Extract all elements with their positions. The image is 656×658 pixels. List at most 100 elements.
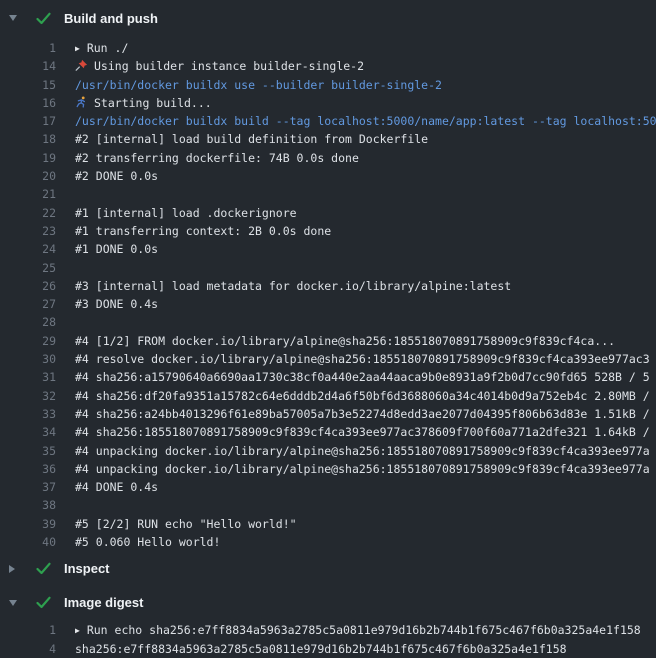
log-line: 19 #2 transferring dockerfile: 74B 0.0s d…: [0, 149, 656, 167]
log-line: 27 #3 DONE 0.4s: [0, 295, 656, 313]
log-line: 14 Using builder instance builder-single-…: [0, 57, 656, 75]
line-number-link[interactable]: 35: [0, 442, 56, 460]
line-number-link[interactable]: 24: [0, 240, 56, 258]
section-title: Build and push: [64, 11, 158, 26]
log-line-text: [75, 496, 656, 514]
log-line-text: Using builder instance builder-single-2: [75, 57, 656, 75]
log-line-text: #2 [internal] load build definition from…: [75, 130, 656, 148]
line-number-link[interactable]: 29: [0, 332, 56, 350]
log-line-text: ▶Run ./: [75, 39, 656, 57]
line-number-link[interactable]: 23: [0, 222, 56, 240]
line-number-link[interactable]: 20: [0, 167, 56, 185]
line-number-link[interactable]: 40: [0, 533, 56, 551]
line-number-link[interactable]: 19: [0, 149, 56, 167]
pushpin-icon: [75, 59, 88, 71]
log-line: 15/usr/bin/docker buildx use --builder b…: [0, 76, 656, 94]
log-line-text: #2 DONE 0.0s: [75, 167, 656, 185]
log-line-text: #4 unpacking docker.io/library/alpine@sh…: [75, 460, 656, 478]
log-line: 22 #1 [internal] load .dockerignore: [0, 204, 656, 222]
line-number-link[interactable]: 28: [0, 313, 56, 331]
log-line-text: [75, 185, 656, 203]
log-line: 26 #3 [internal] load metadata for docker…: [0, 277, 656, 295]
line-number-link[interactable]: 25: [0, 259, 56, 277]
log-line: 4sha256:e7ff8834a5963a2785c5a0811e979d16…: [0, 640, 656, 658]
line-number-link[interactable]: 15: [0, 76, 56, 94]
line-number-link[interactable]: 38: [0, 496, 56, 514]
log-line: 38: [0, 496, 656, 514]
line-number-link[interactable]: 39: [0, 515, 56, 533]
section-header-build-and-push[interactable]: Build and push: [0, 0, 656, 36]
line-number-link[interactable]: 26: [0, 277, 56, 295]
line-number-link[interactable]: 30: [0, 350, 56, 368]
log-line-text: #4 resolve docker.io/library/alpine@sha2…: [75, 350, 656, 368]
chevron-down-icon[interactable]: [9, 15, 20, 21]
log-line-text: #3 DONE 0.4s: [75, 295, 656, 313]
chevron-right-icon[interactable]: [9, 565, 20, 573]
log-line-text: #4 sha256:a24bb4013296f61e89ba57005a7b3e…: [75, 405, 656, 423]
line-number-link[interactable]: 36: [0, 460, 56, 478]
line-number-link[interactable]: 33: [0, 405, 56, 423]
log-line: 24 #1 DONE 0.0s: [0, 240, 656, 258]
line-number-link[interactable]: 22: [0, 204, 56, 222]
log-line-text: [75, 259, 656, 277]
success-check-icon: [36, 596, 51, 609]
log-line-text: #4 DONE 0.4s: [75, 478, 656, 496]
line-number-link[interactable]: 32: [0, 387, 56, 405]
log-line-text: #1 DONE 0.0s: [75, 240, 656, 258]
log-line: 21: [0, 185, 656, 203]
log-line: 35#4 unpacking docker.io/library/alpine@…: [0, 442, 656, 460]
log-line-text: #4 sha256:185518070891758909c9f839cf4ca3…: [75, 423, 656, 441]
log-line: 17/usr/bin/docker buildx build --tag loc…: [0, 112, 656, 130]
log-line: 40 #5 0.060 Hello world!: [0, 533, 656, 551]
section-title: Inspect: [64, 561, 110, 576]
log-line-text: #4 sha256:a15790640a6690aa1730c38cf0a440…: [75, 368, 656, 386]
log-line-text: Starting build...: [75, 94, 656, 112]
line-number-link[interactable]: 31: [0, 368, 56, 386]
command-line-text: /usr/bin/docker buildx use --builder bui…: [75, 76, 656, 94]
log-line: 25: [0, 259, 656, 277]
log-line: 29 #4 [1/2] FROM docker.io/library/alpine…: [0, 332, 656, 350]
line-number-link[interactable]: 1: [0, 621, 56, 639]
section-header-image-digest[interactable]: Image digest: [0, 587, 656, 618]
log-line: 37 #4 DONE 0.4s: [0, 478, 656, 496]
log-line-text: #2 transferring dockerfile: 74B 0.0s don…: [75, 149, 656, 167]
log-line: 28: [0, 313, 656, 331]
section-header-inspect[interactable]: Inspect: [0, 553, 656, 584]
log-line-text: [75, 313, 656, 331]
log-line: 23#1 transferring context: 2B 0.0s done: [0, 222, 656, 240]
log-line: 39 #5 [2/2] RUN echo "Hello world!": [0, 515, 656, 533]
log-lines: 1 ▶Run ./ 14 Using builder instance builder…: [0, 39, 656, 551]
log-line: 33 #4 sha256:a24bb4013296f61e89ba57005a7b…: [0, 405, 656, 423]
log-line-text: #3 [internal] load metadata for docker.i…: [75, 277, 656, 295]
line-number-link[interactable]: 16: [0, 94, 56, 112]
section-build-and-push: Build and push 1 ▶Run ./ 14 Using builder i…: [0, 0, 656, 551]
log-line: 31 #4 sha256:a15790640a6690aa1730c38cf0a4…: [0, 368, 656, 386]
log-lines: 1▶Run echo sha256:e7ff8834a5963a2785c5a0…: [0, 621, 656, 658]
log-line-text: #4 sha256:df20fa9351a15782c64e6dddb2d4a6…: [75, 387, 656, 405]
chevron-down-icon[interactable]: [9, 600, 20, 606]
log-line-text: #5 [2/2] RUN echo "Hello world!": [75, 515, 656, 533]
line-number-link[interactable]: 37: [0, 478, 56, 496]
line-number-link[interactable]: 27: [0, 295, 56, 313]
line-number-link[interactable]: 4: [0, 640, 56, 658]
line-number-link[interactable]: 18: [0, 130, 56, 148]
expand-group-icon[interactable]: ▶: [75, 40, 80, 57]
log-line: 20 #2 DONE 0.0s: [0, 167, 656, 185]
success-check-icon: [36, 12, 51, 25]
section-inspect: Inspect: [0, 553, 656, 584]
line-number-link[interactable]: 21: [0, 185, 56, 203]
line-number-link[interactable]: 17: [0, 112, 56, 130]
log-line-text: #5 0.060 Hello world!: [75, 533, 656, 551]
line-number-link[interactable]: 34: [0, 423, 56, 441]
log-line-text: #1 [internal] load .dockerignore: [75, 204, 656, 222]
log-line-text: #4 [1/2] FROM docker.io/library/alpine@s…: [75, 332, 656, 350]
line-number-link[interactable]: 1: [0, 39, 56, 57]
line-number-link[interactable]: 14: [0, 57, 56, 75]
expand-group-icon[interactable]: ▶: [75, 622, 80, 639]
section-image-digest: Image digest 1▶Run echo sha256:e7ff8834a…: [0, 587, 656, 658]
log-line: 18 #2 [internal] load build definition fr…: [0, 130, 656, 148]
log-line: 36 #4 unpacking docker.io/library/alpine@…: [0, 460, 656, 478]
runner-icon: [75, 96, 88, 108]
log-line: 1 ▶Run ./: [0, 39, 656, 57]
log-line: 16 Starting build...: [0, 94, 656, 112]
